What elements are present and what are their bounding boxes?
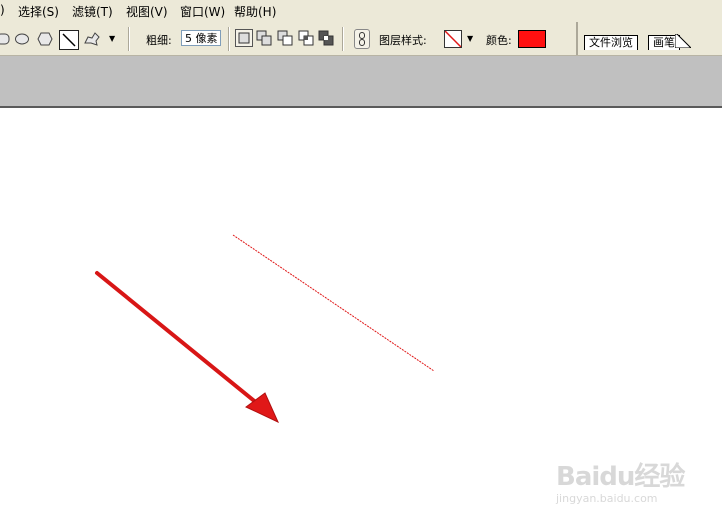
color-label: 颜色:	[486, 34, 512, 47]
add-to-shape-area-button[interactable]	[255, 29, 273, 47]
separator	[228, 27, 230, 51]
weight-input[interactable]: 5 像素	[181, 30, 221, 46]
custom-shape-icon[interactable]	[83, 30, 101, 48]
menu-item-help[interactable]: 帮助(H)	[234, 3, 276, 20]
create-new-shape-layer-button[interactable]	[235, 29, 253, 47]
menu-item-filter[interactable]: 滤镜(T)	[72, 3, 113, 20]
tab-file-browser[interactable]: 文件浏览	[584, 35, 638, 50]
watermark-logo: Baidu经验 jingyan.baidu.com	[556, 452, 706, 512]
menu-bar: ) 选择(S) 滤镜(T) 视图(V) 窗口(W) 帮助(H)	[0, 0, 722, 22]
watermark-brand: Baidu经验	[556, 462, 685, 492]
subtract-from-shape-area-button[interactable]	[276, 29, 294, 47]
weight-label: 粗细:	[146, 34, 172, 47]
thin-red-line	[232, 234, 435, 372]
layer-style-picker[interactable]	[444, 30, 462, 48]
menu-item-view[interactable]: 视图(V)	[126, 3, 168, 20]
polygon-icon[interactable]	[36, 30, 54, 48]
tab-slant-decoration	[675, 34, 691, 48]
separator	[342, 27, 344, 51]
link-icon[interactable]	[354, 29, 370, 49]
ellipse-icon[interactable]	[13, 30, 31, 48]
intersect-shape-areas-button[interactable]	[297, 29, 315, 47]
menu-item-select[interactable]: 选择(S)	[18, 3, 59, 20]
line-icon[interactable]	[59, 30, 79, 50]
exclude-overlapping-shape-areas-button[interactable]	[317, 29, 335, 47]
menu-item-window[interactable]: 窗口(W)	[180, 3, 225, 20]
menu-item-image-truncated[interactable]: )	[0, 3, 5, 17]
shape-dropdown-chevron-icon[interactable]: ▼	[109, 34, 115, 43]
workspace-background	[0, 56, 722, 108]
layer-style-dropdown-chevron-icon[interactable]: ▼	[467, 34, 473, 43]
red-arrow-shaft	[95, 271, 260, 406]
rounded-rectangle-icon[interactable]	[0, 30, 12, 48]
color-swatch[interactable]	[518, 30, 546, 48]
palette-well: 文件浏览 画笔	[576, 22, 722, 55]
layer-style-label: 图层样式:	[379, 34, 427, 47]
watermark-url: jingyan.baidu.com	[556, 492, 658, 505]
separator	[128, 27, 130, 51]
